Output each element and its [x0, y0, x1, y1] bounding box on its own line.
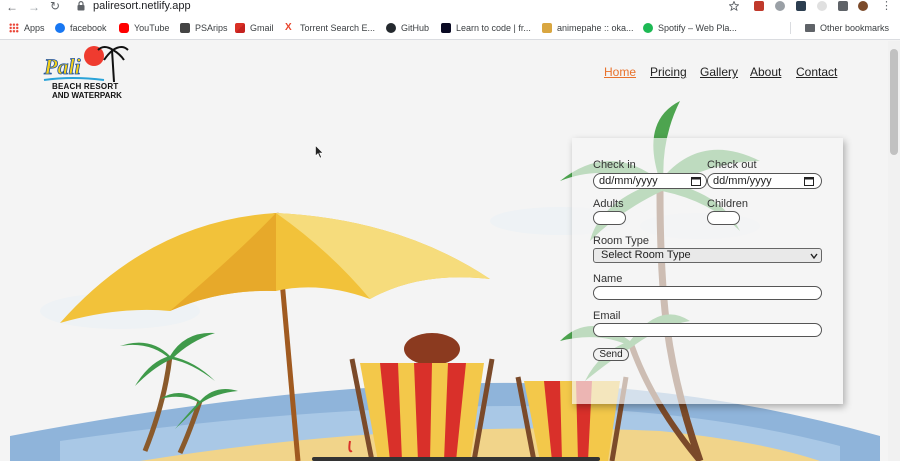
bookmark-item[interactable]: facebook — [55, 21, 107, 35]
nav-pricing[interactable]: Pricing — [650, 65, 687, 79]
nav-gallery[interactable]: Gallery — [700, 65, 738, 79]
forward-arrow-icon[interactable]: → — [28, 0, 40, 14]
checkout-date-input[interactable]: dd/mm/yyyy — [707, 173, 822, 189]
nav-contact[interactable]: Contact — [796, 65, 837, 79]
facebook-icon — [55, 23, 65, 33]
checkout-label: Check out — [707, 159, 757, 171]
spotify-icon — [643, 23, 653, 33]
bookmark-item[interactable]: YouTube — [119, 21, 169, 35]
logo-wordmark: Pali — [43, 54, 82, 79]
lock-icon[interactable] — [77, 1, 85, 11]
puzzle-icon[interactable] — [838, 1, 848, 11]
back-arrow-icon[interactable]: ← — [6, 0, 18, 14]
bookmarks-bar: Apps facebook YouTube PSArips Gmail X To… — [0, 14, 900, 40]
extension-icon[interactable] — [817, 1, 827, 11]
logo-tagline: AND WATERPARK — [52, 91, 122, 100]
browser-toolbar: ← → ↻ paliresort.netlify.app ⋮ — [0, 0, 900, 14]
torrent-icon: X — [285, 22, 292, 33]
bookmark-item[interactable]: Apps — [9, 21, 45, 35]
bookmark-item[interactable]: animepahe :: oka... — [542, 21, 634, 35]
animepahe-icon — [542, 23, 552, 33]
logo-palm — [111, 49, 115, 83]
bookmark-item[interactable]: Learn to code | fr... — [441, 21, 531, 35]
booking-form: Check in dd/mm/yyyy Check out dd/mm/yyyy… — [572, 138, 843, 404]
bookmark-item[interactable]: GitHub — [386, 21, 429, 35]
avatar[interactable] — [858, 1, 868, 11]
bookmark-separator — [790, 21, 791, 35]
apps-grid-icon — [9, 23, 19, 33]
gmail-icon — [235, 23, 245, 33]
name-input[interactable] — [593, 286, 822, 300]
scrollbar-thumb[interactable] — [890, 49, 898, 155]
folder-icon — [805, 24, 815, 32]
psarips-icon — [180, 23, 190, 33]
extension-icon[interactable] — [796, 1, 806, 11]
children-input[interactable] — [707, 211, 740, 225]
reload-icon[interactable]: ↻ — [50, 0, 60, 13]
checkin-label: Check in — [593, 159, 636, 171]
nav-about[interactable]: About — [750, 65, 781, 79]
freecodecamp-icon — [441, 23, 451, 33]
calendar-icon[interactable] — [804, 176, 814, 186]
star-icon[interactable] — [729, 1, 739, 11]
room-type-select[interactable]: Select Room Type — [593, 248, 822, 263]
shield-extension-icon[interactable] — [775, 1, 785, 11]
logo-tagline: BEACH RESORT — [52, 82, 119, 91]
chevron-down-icon — [810, 253, 818, 260]
bookmark-item[interactable]: Gmail — [235, 21, 274, 35]
mouse-cursor-icon — [315, 145, 324, 159]
ublock-icon[interactable] — [754, 1, 764, 11]
children-label: Children — [707, 198, 748, 210]
person-head — [404, 333, 460, 365]
send-button[interactable]: Send — [593, 348, 629, 361]
bookmark-item[interactable]: X Torrent Search E... — [285, 21, 375, 35]
adults-label: Adults — [593, 198, 624, 210]
horizontal-scrollbar[interactable] — [312, 457, 600, 461]
other-bookmarks[interactable]: Other bookmarks — [805, 21, 889, 35]
youtube-icon — [119, 23, 129, 33]
kebab-menu-icon[interactable]: ⋮ — [881, 0, 892, 12]
calendar-icon[interactable] — [691, 176, 701, 186]
adults-input[interactable] — [593, 211, 626, 225]
github-icon — [386, 23, 396, 33]
checkin-date-input[interactable]: dd/mm/yyyy — [593, 173, 707, 189]
email-input[interactable] — [593, 323, 822, 337]
bookmark-item[interactable]: Spotify – Web Pla... — [643, 21, 737, 35]
address-bar[interactable]: paliresort.netlify.app — [93, 0, 191, 12]
nav-home[interactable]: Home — [604, 65, 636, 79]
bookmark-item[interactable]: PSArips — [180, 21, 228, 35]
vertical-scrollbar[interactable] — [888, 41, 900, 461]
email-label: Email — [593, 310, 621, 322]
name-label: Name — [593, 273, 623, 285]
sun — [84, 46, 104, 66]
room-type-label: Room Type — [593, 235, 650, 247]
page-viewport: Pali BEACH RESORT AND WATERPARK Home Pri… — [0, 41, 900, 461]
